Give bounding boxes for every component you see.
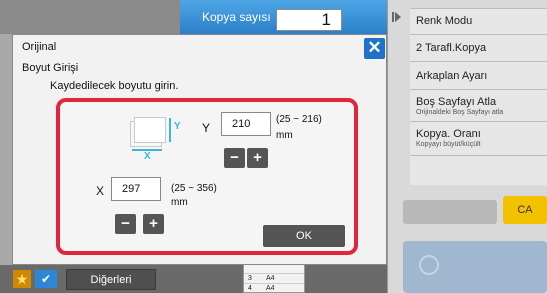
copies-input[interactable]: 1 xyxy=(276,9,342,31)
x-decrease-button[interactable]: − xyxy=(115,214,136,234)
tray-number: 4 xyxy=(248,285,252,292)
tray-row xyxy=(244,264,304,274)
y-range: (25 ~ 216) xyxy=(276,114,322,125)
illustration-x-label: X xyxy=(144,151,151,162)
clear-all-button[interactable]: CA xyxy=(503,196,547,224)
copy-screen: Kopya sayısı 1 Renk Modu 2 Tarafl.Kopya … xyxy=(0,0,547,293)
paper-tray-list: 3 A4 4 A4 xyxy=(243,263,305,293)
menu-item-color-mode[interactable]: Renk Modu xyxy=(410,8,547,34)
tray-row: 3 A4 xyxy=(244,274,304,284)
checkmark-icon[interactable]: ✔ xyxy=(35,270,57,288)
dialog-instruction: Kaydedilecek boyutu girin. xyxy=(50,80,179,92)
x-range: (25 ~ 356) xyxy=(171,183,217,194)
y-size-input[interactable]: 210 xyxy=(221,112,271,136)
menu-item-label: 2 Tarafl.Kopya xyxy=(416,42,487,54)
x-label: X xyxy=(96,184,105,198)
start-icon xyxy=(419,255,439,275)
tray-number: 3 xyxy=(248,275,252,282)
ok-button[interactable]: OK xyxy=(263,225,345,247)
y-increase-button[interactable]: + xyxy=(247,148,268,168)
others-button[interactable]: Diğerleri xyxy=(66,269,156,290)
disabled-button xyxy=(403,200,497,224)
menu-item-label: Arkaplan Ayarı xyxy=(416,70,488,82)
y-unit: mm xyxy=(276,130,293,141)
menu-item-label: Kopya. Oranı xyxy=(416,128,481,140)
play-arrow-icon[interactable] xyxy=(392,10,410,30)
menu-item-label: Renk Modu xyxy=(416,15,473,27)
menu-item-sublabel: Orijinaldeki Boş Sayfayı atla xyxy=(416,109,504,116)
dialog-title: Orijinal xyxy=(22,41,57,53)
tray-row: 4 A4 xyxy=(244,284,304,293)
tray-size: A4 xyxy=(266,275,275,282)
star-icon[interactable]: ★ xyxy=(13,270,31,288)
paper-size-illustration: Y X xyxy=(126,113,186,162)
close-icon[interactable]: ✕ xyxy=(364,38,385,59)
bottom-bar xyxy=(0,265,387,293)
dialog-subtitle: Boyut Girişi xyxy=(22,62,79,74)
start-button xyxy=(403,241,547,293)
y-label: Y xyxy=(202,121,211,135)
menu-item-label: Boş Sayfayı Atla xyxy=(416,96,497,108)
menu-item-skip-blank[interactable]: Boş Sayfayı Atla Orijinaldeki Boş Sayfay… xyxy=(410,89,547,121)
menu-item-empty xyxy=(410,155,547,185)
left-edge-strip xyxy=(0,34,12,265)
menu-item-copy-ratio[interactable]: Kopya. Oranı Kopyayı büyüt/küçült xyxy=(410,121,547,155)
tray-size: A4 xyxy=(266,285,275,292)
paper-shape xyxy=(134,117,166,143)
menu-item-sublabel: Kopyayı büyüt/küçült xyxy=(416,141,481,148)
x-size-input[interactable]: 297 xyxy=(111,177,161,201)
x-unit: mm xyxy=(171,197,188,208)
x-increase-button[interactable]: + xyxy=(143,214,164,234)
menu-item-background[interactable]: Arkaplan Ayarı xyxy=(410,61,547,89)
y-dimension-line xyxy=(169,118,171,142)
copies-label: Kopya sayısı xyxy=(202,10,271,24)
menu-item-duplex[interactable]: 2 Tarafl.Kopya xyxy=(410,34,547,61)
illustration-y-label: Y xyxy=(174,121,181,132)
y-decrease-button[interactable]: − xyxy=(224,148,245,168)
